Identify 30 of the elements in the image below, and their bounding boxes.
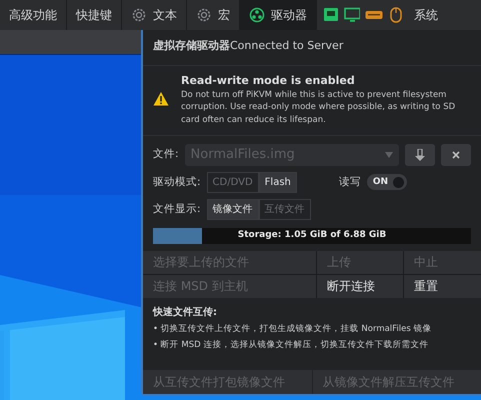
field-label: 读写 — [338, 174, 361, 190]
download-icon — [415, 148, 425, 161]
download-button[interactable] — [405, 144, 435, 166]
usb-drive-icon — [249, 7, 265, 23]
toggle-option[interactable]: 镜像文件 — [206, 198, 259, 220]
toggle-option[interactable]: Flash — [258, 172, 297, 193]
menu-tab[interactable]: 驱动器 — [240, 0, 317, 30]
warning-title: Read-write mode is enabled — [181, 72, 356, 88]
caret-icon — [385, 152, 393, 158]
network-icon[interactable] — [323, 7, 339, 23]
menu-tab[interactable]: 系统 — [410, 0, 442, 30]
toggle-switch[interactable]: ON — [366, 174, 407, 190]
action-button[interactable]: 断开连接 — [317, 274, 403, 298]
storage-text: Storage: 1.05 GiB of 6.88 GiB — [238, 229, 386, 242]
help-text: • 断开 MSD 连接，选择从镜像文件解压，切换互传文件下载所需文件 — [153, 338, 430, 352]
mouse-icon[interactable] — [388, 7, 404, 23]
warning-icon — [153, 91, 169, 108]
field-label: 文件: — [153, 147, 179, 162]
close-icon — [452, 150, 460, 159]
warning-text: Do not turn off PiKVM while this is active to prevent filesystem corruption. Use read-only mode where possible, as writing to SD card often can reduce its lifespan. — [181, 89, 456, 126]
settings-icon — [196, 7, 212, 23]
action-button[interactable]: 重置 — [404, 274, 481, 298]
field-label: 驱动模式: — [153, 174, 201, 190]
settings-icon — [131, 7, 147, 23]
help-text: • 切换互传文件上传文件，打包生成镜像文件，挂载 NormalFiles 镜像 — [153, 322, 433, 336]
close-button[interactable] — [441, 144, 471, 166]
panel-title: 虚拟存储驱动器Connected to Server — [143, 30, 481, 66]
monitor-icon[interactable] — [344, 7, 360, 23]
field-label: 文件显示: — [153, 202, 201, 217]
help-title: 快速文件互传: — [153, 306, 218, 320]
